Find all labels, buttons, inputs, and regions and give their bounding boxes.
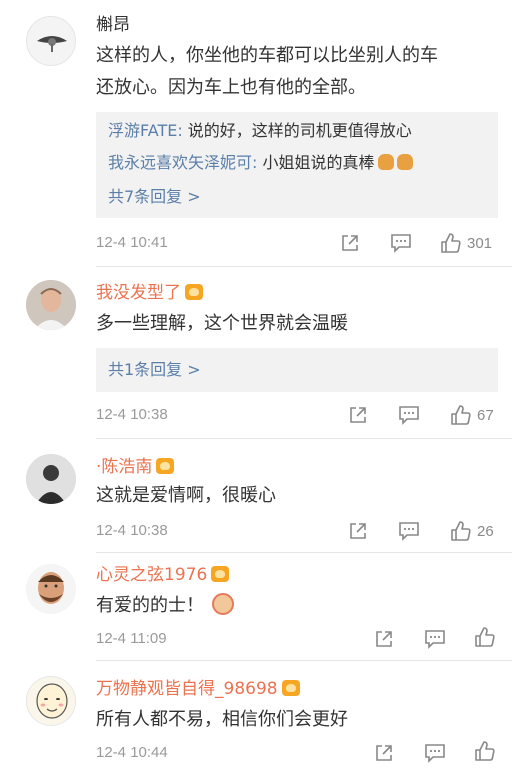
comment-button[interactable] xyxy=(398,520,420,542)
reply-box[interactable]: 共1条回复 > xyxy=(96,348,498,392)
username-text[interactable]: ·陈浩南 xyxy=(96,457,152,477)
thumbs-up-icon xyxy=(475,741,495,761)
thumbs-up-emoji-icon xyxy=(396,154,413,170)
divider xyxy=(96,266,512,267)
share-icon xyxy=(376,631,392,647)
share-icon xyxy=(376,745,392,761)
comment-button[interactable] xyxy=(424,742,446,764)
vip-badge-icon xyxy=(281,680,300,696)
timestamp: 12-4 10:44 xyxy=(96,744,168,761)
share-icon xyxy=(350,523,366,539)
avatar[interactable] xyxy=(26,676,76,726)
like-button[interactable]: 301 xyxy=(440,232,492,254)
avatar[interactable] xyxy=(26,454,76,504)
share-button[interactable] xyxy=(348,520,368,542)
timestamp: 12-4 11:09 xyxy=(96,630,167,647)
thumbs-up-icon xyxy=(451,405,471,425)
reply-text: 小姐姐说的真棒 xyxy=(257,153,375,172)
share-button[interactable] xyxy=(340,232,360,254)
clap-emoji-icon xyxy=(212,593,234,615)
avatar-image xyxy=(27,677,75,725)
comment-text: 多一些理解，这个世界就会温暖 xyxy=(96,313,348,334)
vip-badge-icon xyxy=(185,284,203,300)
like-button[interactable]: 67 xyxy=(450,404,494,426)
username[interactable]: 万物静观皆自得_98698 xyxy=(96,678,300,700)
username-text[interactable]: 心灵之弦1976 xyxy=(96,565,207,585)
comment-text: 有爱的的士！ xyxy=(96,590,234,622)
avatar-image xyxy=(26,564,76,614)
avatar[interactable] xyxy=(26,16,76,66)
share-icon xyxy=(350,407,366,423)
more-replies-link[interactable]: 共7条回复 > xyxy=(108,186,201,208)
username-text[interactable]: 我没发型了 xyxy=(96,283,181,303)
reply-line: 浮游FATE: 说的好，这样的司机更值得放心 xyxy=(108,120,412,142)
like-count: 301 xyxy=(467,234,493,252)
comment-icon xyxy=(425,744,445,763)
comment-button[interactable] xyxy=(390,232,412,254)
reply-line: 我永远喜欢矢泽妮可: 小姐姐说的真棒 xyxy=(108,152,413,174)
comment-icon xyxy=(391,234,411,253)
avatar-image xyxy=(26,280,76,330)
reply-username[interactable]: 我永远喜欢矢泽妮可: xyxy=(108,153,257,172)
avatar-image xyxy=(37,36,67,52)
username[interactable]: 心灵之弦1976 xyxy=(96,564,230,586)
like-button[interactable] xyxy=(474,740,496,762)
comment-button[interactable] xyxy=(424,628,446,650)
comment-icon xyxy=(425,630,445,649)
more-replies-link[interactable]: 共1条回复 > xyxy=(108,359,201,381)
avatar[interactable] xyxy=(26,280,76,330)
comment-text: 这样的人，你坐他的车都可以比坐别人的车 xyxy=(96,45,438,66)
timestamp: 12-4 10:38 xyxy=(96,406,168,423)
share-button[interactable] xyxy=(374,742,394,764)
divider xyxy=(96,438,512,439)
vip-badge-icon xyxy=(156,458,175,474)
thumbs-up-icon xyxy=(451,521,471,541)
comment-text: 这就是爱情啊，很暖心 xyxy=(96,485,276,506)
timestamp: 12-4 10:38 xyxy=(96,522,168,539)
vip-badge-icon xyxy=(211,566,230,582)
avatar-image xyxy=(26,454,76,504)
share-button[interactable] xyxy=(348,404,368,426)
divider xyxy=(96,552,512,553)
comment-text: 所有人都不易，相信你们会更好 xyxy=(96,709,348,730)
like-count: 26 xyxy=(477,522,494,540)
divider xyxy=(96,660,512,661)
share-button[interactable] xyxy=(374,628,394,650)
reply-box[interactable]: 浮游FATE: 说的好，这样的司机更值得放心 我永远喜欢矢泽妮可: 小姐姐说的真… xyxy=(96,112,498,218)
username[interactable]: ·陈浩南 xyxy=(96,456,175,478)
comment-text-content: 有爱的的士！ xyxy=(96,595,204,616)
username-text[interactable]: 万物静观皆自得_98698 xyxy=(96,679,278,699)
timestamp: 12-4 10:41 xyxy=(96,234,168,251)
username[interactable]: 我没发型了 xyxy=(96,282,203,304)
share-icon xyxy=(342,235,358,251)
comment-text: 还放心。因为车上也有他的全部。 xyxy=(96,77,366,98)
reply-text: 说的好，这样的司机更值得放心 xyxy=(182,121,412,140)
comment-icon xyxy=(399,522,419,541)
thumbs-up-emoji-icon xyxy=(377,154,394,170)
comment-icon xyxy=(399,406,419,425)
reply-username[interactable]: 浮游FATE: xyxy=(108,121,183,140)
avatar[interactable] xyxy=(26,564,76,614)
like-button[interactable] xyxy=(474,626,496,648)
like-count: 67 xyxy=(477,406,494,424)
thumbs-up-icon xyxy=(441,233,461,253)
like-button[interactable]: 26 xyxy=(450,520,494,542)
username[interactable]: 槲昂 xyxy=(96,14,130,36)
comment-button[interactable] xyxy=(398,404,420,426)
thumbs-up-icon xyxy=(475,627,495,647)
